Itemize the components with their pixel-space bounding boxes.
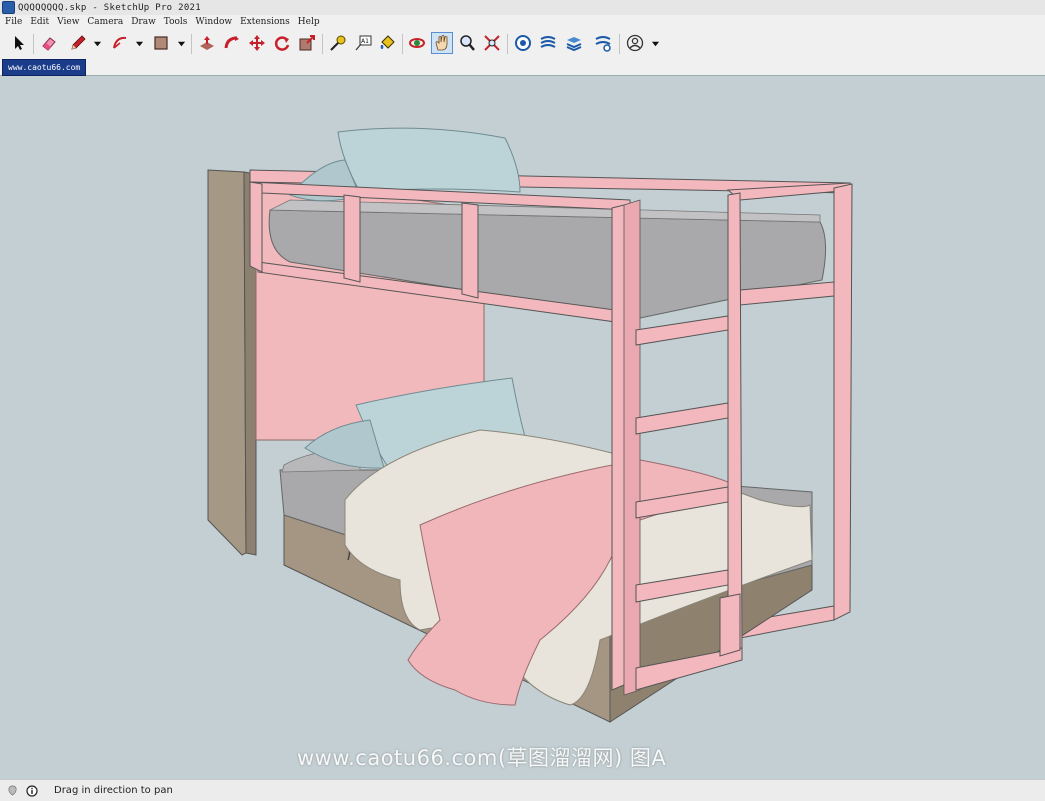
chevron-down-icon [177,41,185,46]
follow-me-icon [224,36,239,49]
menu-bar: File Edit View Camera Draw Tools Window … [0,15,1045,29]
account-icon [626,34,644,52]
arc-dropdown-arrow[interactable] [134,38,144,48]
info-icon[interactable] [25,784,38,797]
orbit-tool-button[interactable] [406,32,428,54]
zoom-extents-icon [484,35,500,51]
text-icon: A1 [355,35,372,51]
paint-bucket-tool-button[interactable] [376,32,398,54]
chevron-down-icon [651,41,659,46]
extension-warehouse-button[interactable] [537,32,559,54]
eraser-icon [42,37,56,51]
push-pull-icon [200,36,214,50]
status-text: Drag in direction to pan [54,785,173,796]
pencil-tool-button[interactable] [67,32,89,54]
scale-tool-button[interactable] [296,32,318,54]
layout-icon [566,37,582,52]
zoom-extents-tool-button[interactable] [481,32,503,54]
ladder-front-post-right [727,192,743,657]
toolbar-separator [322,34,323,54]
account-button[interactable] [624,32,646,54]
scale-icon [299,35,315,51]
bunk-bed-model [207,127,853,723]
toolbar-separator [402,34,403,54]
upper-pillow-1 [337,127,521,193]
sketchup-app-icon [2,1,15,14]
paint-bucket-icon [380,35,395,49]
menu-camera[interactable]: Camera [83,17,127,27]
account-dropdown-arrow[interactable] [650,38,660,48]
wood-back-panel-front [207,169,247,556]
ladder-front-post-left-edge [623,199,641,696]
menu-file[interactable]: File [0,17,26,27]
toolbar-separator [619,34,620,54]
menu-view[interactable]: View [53,17,83,27]
extension-manager-icon [595,36,611,52]
chevron-down-icon [135,41,143,46]
ladder-lower-post [719,593,741,657]
toolbar: A1 [0,29,1045,59]
push-pull-tool-button[interactable] [196,32,218,54]
svg-text:A1: A1 [361,38,369,45]
far-end-post [833,183,853,621]
chevron-down-icon [93,41,101,46]
menu-edit[interactable]: Edit [26,17,53,27]
move-tool-button[interactable] [246,32,268,54]
rotate-icon [274,36,290,51]
orbit-icon [409,38,425,48]
ladder-rung-1 [635,315,729,346]
select-tool-button[interactable] [8,32,30,54]
upper-rail-post-2 [343,194,361,283]
zoom-tool-button[interactable] [456,32,478,54]
tape-measure-icon [330,35,346,51]
select-arrow-icon [15,36,24,50]
title-bar: QQQQQQQQ.skp - SketchUp Pro 2021 [0,0,1045,16]
rectangle-dropdown-arrow[interactable] [176,38,186,48]
tape-measure-tool-button[interactable] [327,32,349,54]
scene-tab[interactable]: www.caotu66.com [2,59,87,76]
status-bar: Drag in direction to pan [0,779,1045,801]
upper-rail-post-left [249,181,263,273]
ladder-rung-2 [635,402,729,435]
menu-draw[interactable]: Draw [127,17,160,27]
pan-tool-button[interactable] [431,32,453,54]
3d-warehouse-icon [515,35,531,51]
rectangle-tool-button[interactable] [150,32,172,54]
toolbar-separator [191,34,192,54]
extension-warehouse-icon [540,36,556,48]
3d-warehouse-button[interactable] [512,32,534,54]
extension-manager-button[interactable] [592,32,614,54]
menu-window[interactable]: Window [191,17,236,27]
arc-tool-button[interactable] [109,32,131,54]
follow-me-tool-button[interactable] [221,32,243,54]
layout-button[interactable] [563,32,585,54]
model-viewport[interactable]: www.caotu66.com(草图溜溜网) 图A [0,76,1045,779]
pan-hand-icon [435,35,448,51]
toolbar-separator [507,34,508,54]
watermark: www.caotu66.com(草图溜溜网) 图A [297,746,667,770]
rectangle-icon [154,36,168,50]
window-title: QQQQQQQQ.skp - SketchUp Pro 2021 [18,2,201,13]
menu-extensions[interactable]: Extensions [236,17,294,27]
toolbar-separator [33,34,34,54]
rotate-tool-button[interactable] [271,32,293,54]
pencil-icon [71,35,86,50]
pencil-dropdown-arrow[interactable] [92,38,102,48]
menu-help[interactable]: Help [294,17,324,27]
eraser-tool-button[interactable] [38,32,60,54]
arc-icon [113,36,127,49]
zoom-icon [460,35,475,51]
move-icon [249,35,265,51]
text-tool-button[interactable]: A1 [352,32,374,54]
upper-rail-post-3 [461,202,479,299]
menu-tools[interactable]: Tools [160,17,192,27]
geo-location-icon[interactable] [6,784,19,797]
scene-tab-bar: www.caotu66.com [0,58,1045,76]
